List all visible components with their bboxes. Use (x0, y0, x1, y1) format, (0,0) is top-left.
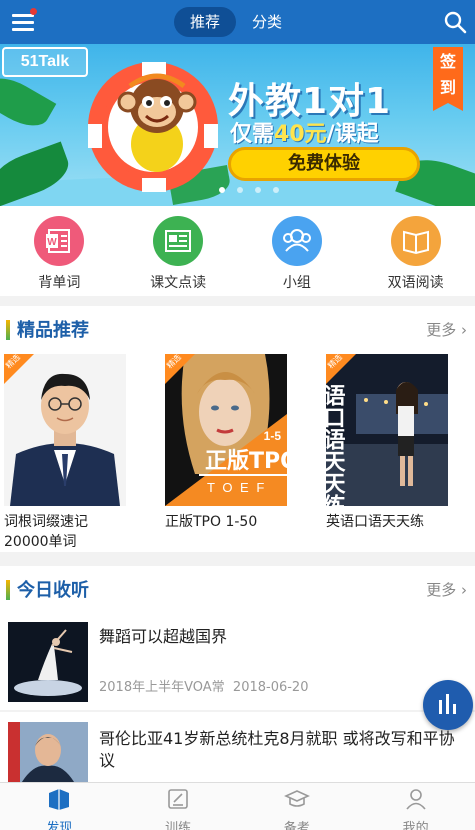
quick-nav-words[interactable]: W 背单词 (0, 206, 119, 296)
bar-chart-icon (439, 694, 456, 714)
article-title: 舞蹈可以超越国界 (99, 627, 228, 646)
top-bar: 推荐 分类 (0, 0, 475, 44)
quick-nav-label: 小组 (282, 275, 311, 291)
article-meta: 2018年上半年VOA常 2018-06-20 (99, 680, 309, 695)
section-title: 今日收听 (17, 580, 89, 601)
top-tabs: 推荐 分类 (174, 7, 298, 37)
news-item[interactable]: 哥伦比亚41岁新总统杜克8月就职 或将改写和平协议 (0, 712, 475, 782)
quick-nav-label: 课文点读 (150, 275, 207, 291)
svg-text:语口语天天练: 语口语天天练 (326, 384, 346, 506)
article-thumbnail-image (8, 722, 88, 782)
train-icon (168, 789, 188, 809)
course-title: 词根词缀速记20000单词 (4, 514, 88, 550)
svg-text:正版TPO: 正版TPO (205, 449, 287, 474)
discover-icon (49, 789, 70, 810)
quick-nav-group[interactable]: 小组 (238, 206, 357, 296)
course-title: 英语口语天天练 (326, 514, 424, 530)
bottom-nav-train[interactable]: 训练 (119, 783, 238, 830)
course-cover-image: 精选 (4, 354, 126, 506)
article-title: 哥伦比亚41岁新总统杜克8月就职 或将改写和平协议 (99, 729, 455, 770)
profile-icon (406, 789, 426, 810)
more-link[interactable]: 更多 › (426, 579, 467, 600)
article-thumbnail-image (8, 622, 88, 702)
app-screen: 推荐 分类 51Talk 外教1对1 仅需40元/课起 免费体验 签到 W 背单… (0, 0, 475, 830)
bottom-nav-discover[interactable]: 发现 (0, 783, 119, 830)
recommend-list: 精选 词根词缀速记20000单词 1-5 正版TPO T O (0, 342, 475, 552)
stats-fab-button[interactable] (423, 680, 473, 730)
svg-text:1-5: 1-5 (264, 429, 282, 443)
carousel-indicator (219, 187, 279, 193)
exam-icon (283, 790, 310, 807)
more-link[interactable]: 更多 › (426, 319, 467, 340)
chevron-right-icon: › (461, 321, 467, 339)
quick-nav: W 背单词 课文点读 小组 双语阅读 (0, 206, 475, 296)
brand-logo: 51Talk (2, 47, 88, 77)
free-trial-button[interactable]: 免费体验 (228, 147, 420, 181)
news-item[interactable]: 舞蹈可以超越国界 2018年上半年VOA常 2018-06-20 (0, 612, 475, 710)
bottom-nav: 发现 训练 备考 我的 (0, 782, 475, 830)
monkey-mascot-image (117, 73, 197, 172)
bottom-nav-profile[interactable]: 我的 (356, 783, 475, 830)
promo-banner[interactable]: 51Talk 外教1对1 仅需40元/课起 免费体验 签到 (0, 44, 475, 206)
tab-category[interactable]: 分类 (236, 7, 298, 37)
section-title: 精品推荐 (17, 320, 89, 341)
word-doc-icon: W (34, 216, 85, 266)
listening-header: 今日收听 更多 › (0, 566, 475, 612)
read-icon (153, 216, 204, 266)
group-icon (271, 216, 322, 266)
bottom-nav-exam[interactable]: 备考 (238, 783, 357, 830)
svg-text:W: W (48, 237, 58, 248)
tab-recommend[interactable]: 推荐 (174, 7, 237, 37)
course-cover-image: 1-5 正版TPO T O E F 精选 (165, 354, 287, 506)
check-in-button[interactable]: 签到 (433, 47, 463, 111)
quick-nav-label: 双语阅读 (387, 275, 444, 291)
banner-subtitle: 仅需40元/课起 (230, 122, 379, 147)
quick-nav-label: 背单词 (38, 275, 81, 291)
svg-text:T O E F: T O E F (207, 480, 266, 495)
quick-nav-reading[interactable]: 课文点读 (119, 206, 238, 296)
quick-nav-bilingual[interactable]: 双语阅读 (356, 206, 475, 296)
course-title: 正版TPO 1-50 (165, 514, 258, 530)
notification-dot (30, 8, 37, 15)
chevron-right-icon: › (461, 581, 467, 599)
search-icon[interactable] (443, 10, 467, 34)
course-cover-image: 语口语天天练 精选 (326, 354, 448, 506)
book-icon (390, 216, 441, 266)
